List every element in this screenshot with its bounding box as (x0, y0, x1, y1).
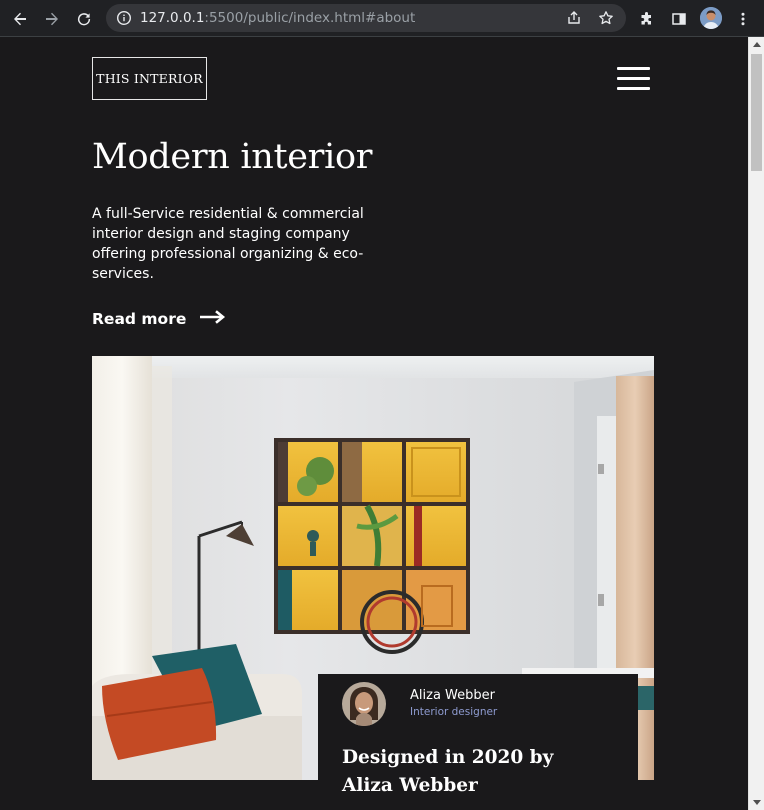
hamburger-icon[interactable] (617, 67, 651, 91)
extensions-icon[interactable] (634, 6, 660, 32)
browser-toolbar: 127.0.0.1:5500/public/index.html#about (0, 0, 764, 37)
read-more-label: Read more (92, 309, 187, 328)
designer-name: Aliza Webber (410, 688, 495, 703)
site-logo[interactable]: THIS INTERIOR (92, 57, 207, 100)
profile-avatar[interactable] (700, 7, 722, 29)
scroll-down-icon[interactable] (753, 800, 761, 805)
designer-card: Aliza Webber Interior designer Designed … (318, 674, 638, 810)
read-more-link[interactable]: Read more (92, 309, 226, 328)
scroll-up-icon[interactable] (753, 42, 761, 47)
logo-text: THIS INTERIOR (96, 71, 203, 86)
url-text: 127.0.0.1:5500/public/index.html#about (140, 10, 415, 26)
star-icon[interactable] (598, 10, 614, 26)
url-host: 127.0.0.1 (140, 10, 205, 26)
forward-arrow-icon[interactable] (39, 6, 65, 32)
url-path: :5500/public/index.html#about (204, 10, 416, 26)
designer-role: Interior designer (410, 706, 498, 718)
info-icon[interactable] (116, 10, 132, 26)
address-bar[interactable]: 127.0.0.1:5500/public/index.html#about (106, 4, 626, 32)
hero-title: Modern interior (92, 137, 373, 177)
reload-icon[interactable] (71, 6, 97, 32)
designer-caption: Designed in 2020 by Aliza Webber (342, 747, 554, 796)
back-arrow-icon[interactable] (7, 6, 33, 32)
more-vert-icon[interactable] (730, 6, 756, 32)
share-icon[interactable] (566, 10, 582, 26)
arrow-right-icon (200, 309, 226, 328)
page-viewport: THIS INTERIOR Modern interior A full-Ser… (0, 37, 748, 810)
side-panel-icon[interactable] (666, 6, 692, 32)
designer-avatar (342, 682, 386, 726)
scroll-thumb[interactable] (751, 54, 762, 171)
hero-description: A full-Service residential & commercial … (92, 206, 364, 282)
vertical-scrollbar[interactable] (748, 37, 764, 810)
